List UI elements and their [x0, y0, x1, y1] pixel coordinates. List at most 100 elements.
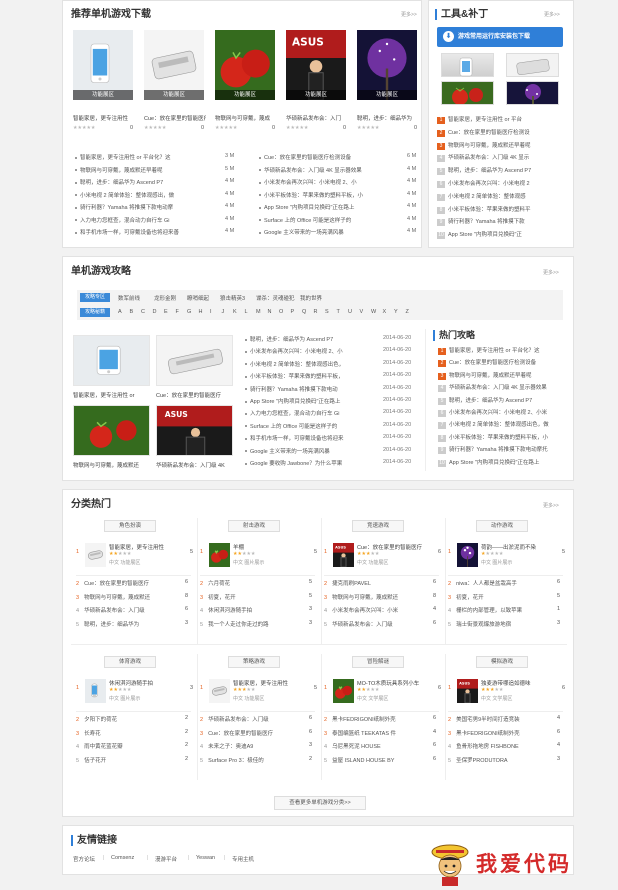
- category-list-item[interactable]: 2 黑卡FEDRIGONI纸制外壳: [324, 715, 424, 723]
- recommend-thumb[interactable]: 功能展区: [357, 30, 417, 100]
- rank-item[interactable]: 5 聪明，进步：细品华为 Ascend P7: [437, 166, 569, 176]
- filter-letter-link[interactable]: S: [325, 309, 329, 315]
- guide-list-item[interactable]: 小米平板体验：苹果来做的塑料平板，: [245, 372, 375, 380]
- runtime-download-button[interactable]: ⬇ 游戏常用运行库安装包下载: [437, 27, 563, 47]
- category-tag[interactable]: 冒险解谜: [352, 656, 404, 668]
- guide-list-item[interactable]: 入力电力您框查，混合动力自行车 Gi: [245, 409, 375, 417]
- guide-list-item[interactable]: 小米发布会再次兴叫：小米电视 2、小: [245, 347, 375, 355]
- guide-list-item[interactable]: Google 要收购 Jawbone？为什么苹果: [245, 459, 375, 467]
- category-list-item[interactable]: 4 华硕新品发布会：入门级: [76, 606, 176, 614]
- filter-letter-link[interactable]: G: [187, 309, 191, 315]
- category-tag[interactable]: 体育游戏: [104, 656, 156, 668]
- guide-list-item[interactable]: Google 主义带来的一场亮满风暴: [245, 447, 375, 455]
- category-list-item[interactable]: 3 物联网与可穿戴，蔑成默还: [76, 593, 176, 601]
- rank-item[interactable]: 4 华硕新品发布会：入门级 4K 显示器效果: [438, 383, 570, 393]
- rank-item[interactable]: 7 小米电视 2 简单体验：整体观感出色，做: [438, 420, 570, 430]
- filter-letter-link[interactable]: F: [176, 309, 179, 315]
- recommend-more-link[interactable]: 更多>>: [401, 11, 417, 18]
- category-tag[interactable]: 射击游戏: [228, 520, 280, 532]
- filter-letter-link[interactable]: V: [360, 309, 364, 315]
- category-top-item[interactable]: 1 MO-TO木质玩具系列小车 ★★★★★ 中文 文学展区 6: [324, 679, 441, 707]
- category-list-item[interactable]: 2 华硕新品发布会：入门级: [200, 715, 300, 723]
- rank-item[interactable]: 1 智能家居，更专注用性 or 平台化？这: [438, 346, 570, 355]
- filter-letter-link[interactable]: X: [383, 309, 387, 315]
- list-item[interactable]: 小米发布会再次兴叫：小米电视 2、小: [259, 178, 399, 186]
- filter-letter-link[interactable]: N: [268, 309, 272, 315]
- filter-tag-secret[interactable]: 攻略秘籍: [80, 308, 110, 317]
- rank-item[interactable]: 10 App Store "内购项目兑换码"正: [437, 230, 569, 240]
- tools-image-4[interactable]: [506, 81, 559, 105]
- category-list-item[interactable]: 3 初夏，花开: [200, 593, 300, 601]
- category-list-item[interactable]: 5 Surface Pro 3：极佳的: [200, 756, 300, 764]
- guide-thumb-caption[interactable]: 智能家居，更专注用性 or: [73, 391, 151, 399]
- rank-item[interactable]: 9 骑行利器？Yamaha 将推摸下款: [437, 217, 569, 227]
- list-item[interactable]: 小米平板体验：苹果来做的塑料平板，小: [259, 191, 399, 199]
- rank-item[interactable]: 6 小米发布会再次兴叫：小米电视 2: [437, 179, 569, 188]
- list-item[interactable]: Surface 上的 Office 可能是这样子的: [259, 216, 399, 224]
- friend-link[interactable]: Comsenz: [111, 855, 134, 861]
- filter-letter-link[interactable]: D: [153, 309, 157, 315]
- filter-game-link[interactable]: 谍杀：灵魂碰犯: [256, 294, 295, 302]
- rank-item[interactable]: 3 物联网与可穿戴，蔑成默还早着呢: [437, 141, 569, 150]
- filter-letter-link[interactable]: M: [256, 309, 261, 315]
- category-list-item[interactable]: 3 泰国编篮纸 TEEKATAS 件: [324, 729, 424, 737]
- category-tag[interactable]: 角色扮演: [104, 520, 156, 532]
- recommend-thumb[interactable]: 功能展区: [73, 30, 133, 100]
- category-list-item[interactable]: 4 休闲淇河游随手拍: [200, 606, 300, 614]
- filter-game-link[interactable]: 龙形金刚: [154, 294, 176, 302]
- recommend-thumb[interactable]: 功能展区: [215, 30, 275, 100]
- category-top-item[interactable]: 1 羊棚 ★★★★★ 中文 图片展示 5: [200, 543, 317, 571]
- filter-letter-link[interactable]: E: [164, 309, 168, 315]
- more-categories-button[interactable]: 查看更多单机游戏分类>>: [274, 796, 366, 810]
- thumb-caption[interactable]: 华硕新品发布会：入门: [286, 114, 348, 122]
- category-list-item[interactable]: 5 圣保罗PRODUTORA: [448, 756, 548, 764]
- filter-game-link[interactable]: 瞭哨细起: [187, 294, 209, 302]
- guide-list-item[interactable]: 小米电视 2 简单体验：整体观感出色，: [245, 360, 375, 368]
- category-list-item[interactable]: 2 niwa：人人都是盆栽高手: [448, 579, 548, 587]
- category-list-item[interactable]: 4 栅栏的内部管理，以致苹果: [448, 606, 548, 614]
- rank-item[interactable]: 5 聪明，进步：细品华为 Ascend P7: [438, 396, 570, 405]
- filter-letter-link[interactable]: Z: [406, 309, 409, 315]
- tools-more-link[interactable]: 更多>>: [544, 11, 560, 18]
- filter-letter-link[interactable]: Y: [394, 309, 398, 315]
- filter-letter-link[interactable]: U: [348, 309, 352, 315]
- filter-letter-link[interactable]: P: [291, 309, 295, 315]
- guide-thumb-caption[interactable]: 华硕新品发布会：入门级 4K: [156, 461, 234, 469]
- rank-item[interactable]: 2 Cue：放在家里的智能医疗检测设: [437, 128, 569, 137]
- filter-letter-link[interactable]: T: [337, 309, 340, 315]
- category-list-item[interactable]: 5 瑞士街景观爆旅游地宿: [448, 620, 548, 628]
- guide-list-item[interactable]: App Store "内购项目兑换码"正在路上: [245, 397, 375, 405]
- rank-item[interactable]: 8 小米平板体验：苹果来做的塑料平: [437, 205, 569, 214]
- filter-letter-link[interactable]: I: [210, 309, 212, 315]
- category-list-item[interactable]: 2 六月荷花: [200, 579, 300, 587]
- recommend-thumb[interactable]: ASUS 功能展区: [286, 30, 346, 100]
- thumb-caption[interactable]: 智能家居，更专注用性: [73, 114, 135, 122]
- list-item[interactable]: App Store "内购项目兑换码"正在路上: [259, 203, 399, 211]
- friend-link[interactable]: 专用主机: [232, 855, 254, 863]
- category-tag[interactable]: 动作游戏: [476, 520, 528, 532]
- rank-item[interactable]: 7 小米电视 2 简单体验：整体观感: [437, 192, 569, 201]
- category-tag[interactable]: 模拟游戏: [476, 656, 528, 668]
- rank-item[interactable]: 10 App Store "内购项目兑换码"正在路上: [438, 458, 570, 467]
- category-list-item[interactable]: 4 乌尼黑死泥 HOUSE: [324, 742, 424, 750]
- list-item[interactable]: Google 主义带来的一场亮满风暴: [259, 228, 399, 236]
- category-top-item[interactable]: 1 ASUS 独麦游带哪追如德味 ★★★★★ 中文 文学展区 6: [448, 679, 565, 707]
- guides-more-link[interactable]: 更多>>: [543, 269, 559, 276]
- rank-item[interactable]: 6 小米发布会再次兴叫：小米电视 2、小米: [438, 408, 570, 417]
- thumb-caption[interactable]: 物联网与可穿戴，蔑成: [215, 114, 277, 122]
- category-top-item[interactable]: 1 荷韵——出淤泥而不染 ★★★★★ 中文 图片展示 5: [448, 543, 565, 571]
- friend-link[interactable]: 漫游平台: [155, 855, 177, 863]
- list-item[interactable]: 入力电力您框查，混合动力自行车 Gi: [75, 216, 195, 224]
- guide-list-item[interactable]: 聪明，进步：细品华为 Ascend P7: [245, 335, 375, 343]
- filter-letter-link[interactable]: W: [371, 309, 376, 315]
- list-item[interactable]: 和手机市场一样，可穿戴设备也将迎来善: [75, 228, 195, 236]
- category-list-item[interactable]: 5 聪明，进步：细品华为: [76, 620, 176, 628]
- category-list-item[interactable]: 4 未来之子：奥迪A9: [200, 742, 300, 750]
- list-item[interactable]: 物联网与可穿戴，蔑成默还早着呢: [75, 166, 195, 174]
- category-list-item[interactable]: 3 Cue：放在家里的智能医疗: [200, 729, 300, 737]
- filter-game-link[interactable]: 数军前线: [118, 294, 140, 302]
- category-list-item[interactable]: 5 我一个人走过你走过的路: [200, 620, 300, 628]
- guide-thumb[interactable]: [73, 405, 150, 456]
- category-list-item[interactable]: 4 小米发布会再次兴叫：小米: [324, 606, 424, 614]
- category-top-item[interactable]: 1 休闲淇河游随手拍 ★★★★★ 中文 图片展示 3: [76, 679, 193, 707]
